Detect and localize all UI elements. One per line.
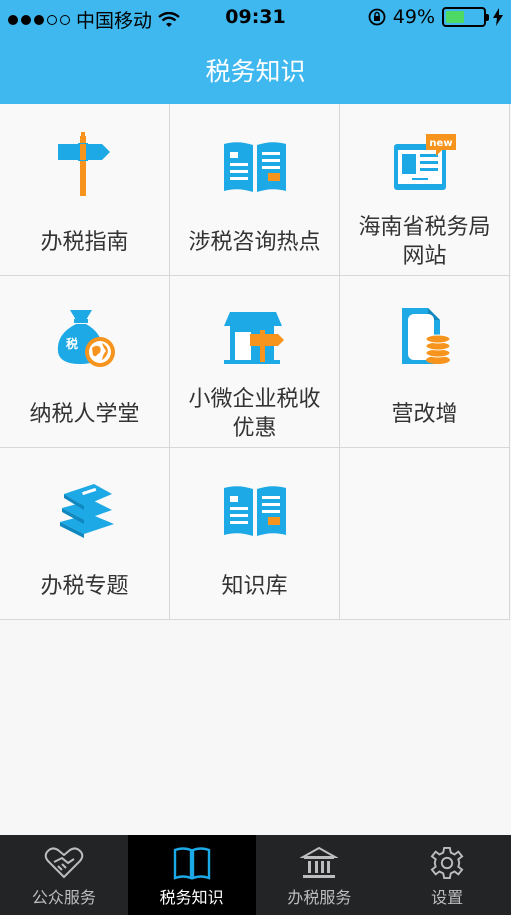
rotation-lock-icon — [368, 8, 386, 26]
grid-item-hainan-tax-website[interactable]: new 海南省税务局网站 — [340, 104, 510, 276]
nav-bar: 税务知识 — [0, 36, 511, 104]
battery-percent: 49% — [392, 6, 435, 28]
svg-text:new: new — [429, 138, 452, 149]
gear-icon — [430, 846, 464, 880]
battery-level — [446, 11, 464, 23]
document-coins-icon — [401, 308, 450, 364]
page-title: 税务知识 — [205, 57, 306, 86]
open-book-icon — [223, 142, 286, 192]
tab-label: 办税服务 — [287, 888, 352, 907]
grid-item-label: 办税专题 — [40, 573, 129, 599]
grid-item-label: 涉税咨询热点 — [188, 229, 321, 255]
tab-label: 设置 — [431, 888, 464, 907]
tab-label: 公众服务 — [31, 888, 96, 907]
tab-tax-knowledge[interactable]: 税务知识 — [127, 835, 256, 915]
grid-item-label: 营改增 — [391, 401, 458, 427]
book-icon — [173, 847, 210, 880]
grid-item-consult-hotspots[interactable]: 涉税咨询热点 — [170, 104, 340, 276]
shop-sign-icon — [223, 312, 284, 364]
book-stack-icon — [59, 484, 114, 538]
grid-item-vat-reform[interactable]: 营改增 — [340, 276, 510, 448]
bank-building-icon — [300, 846, 339, 878]
grid-item-knowledge-base[interactable]: 知识库 — [170, 448, 340, 620]
tab-settings[interactable]: 设置 — [383, 835, 511, 915]
tax-bag-globe-icon: 税 — [57, 310, 115, 367]
tab-label: 税务知识 — [159, 888, 224, 907]
menu-grid: 办税指南 涉税咨询热点 new 海南省税务局网站 税 纳税人学堂 小微企业税收优… — [0, 104, 511, 621]
grid-item-tax-topics[interactable]: 办税专题 — [0, 448, 170, 620]
charging-icon — [493, 8, 503, 26]
svg-text:税: 税 — [65, 336, 77, 351]
grid-item-label: 纳税人学堂 — [29, 401, 140, 427]
open-book-icon — [223, 486, 286, 536]
grid-item-label: 知识库 — [221, 573, 288, 599]
grid-item-label: 办税指南 — [40, 229, 129, 255]
grid-empty-cell — [340, 448, 510, 620]
new-website-icon: new — [393, 134, 456, 190]
tab-tax-services[interactable]: 办税服务 — [256, 835, 384, 915]
heart-handshake-icon — [44, 847, 84, 879]
signpost-icon — [57, 132, 110, 196]
tab-bar: 公众服务 税务知识 办税服务 设置 — [0, 835, 511, 915]
grid-item-tax-guide[interactable]: 办税指南 — [0, 104, 170, 276]
tab-public-services[interactable]: 公众服务 — [0, 835, 128, 915]
grid-item-label: 海南省税务局网站 — [358, 215, 491, 269]
status-bar: 中国移动 09:31 49% — [0, 0, 511, 36]
grid-item-label: 小微企业税收优惠 — [188, 387, 321, 441]
grid-item-small-business-tax-benefits[interactable]: 小微企业税收优惠 — [170, 276, 340, 448]
status-right: 49% — [368, 6, 503, 28]
battery-icon — [442, 7, 489, 27]
grid-item-taxpayer-school[interactable]: 税 纳税人学堂 — [0, 276, 170, 448]
